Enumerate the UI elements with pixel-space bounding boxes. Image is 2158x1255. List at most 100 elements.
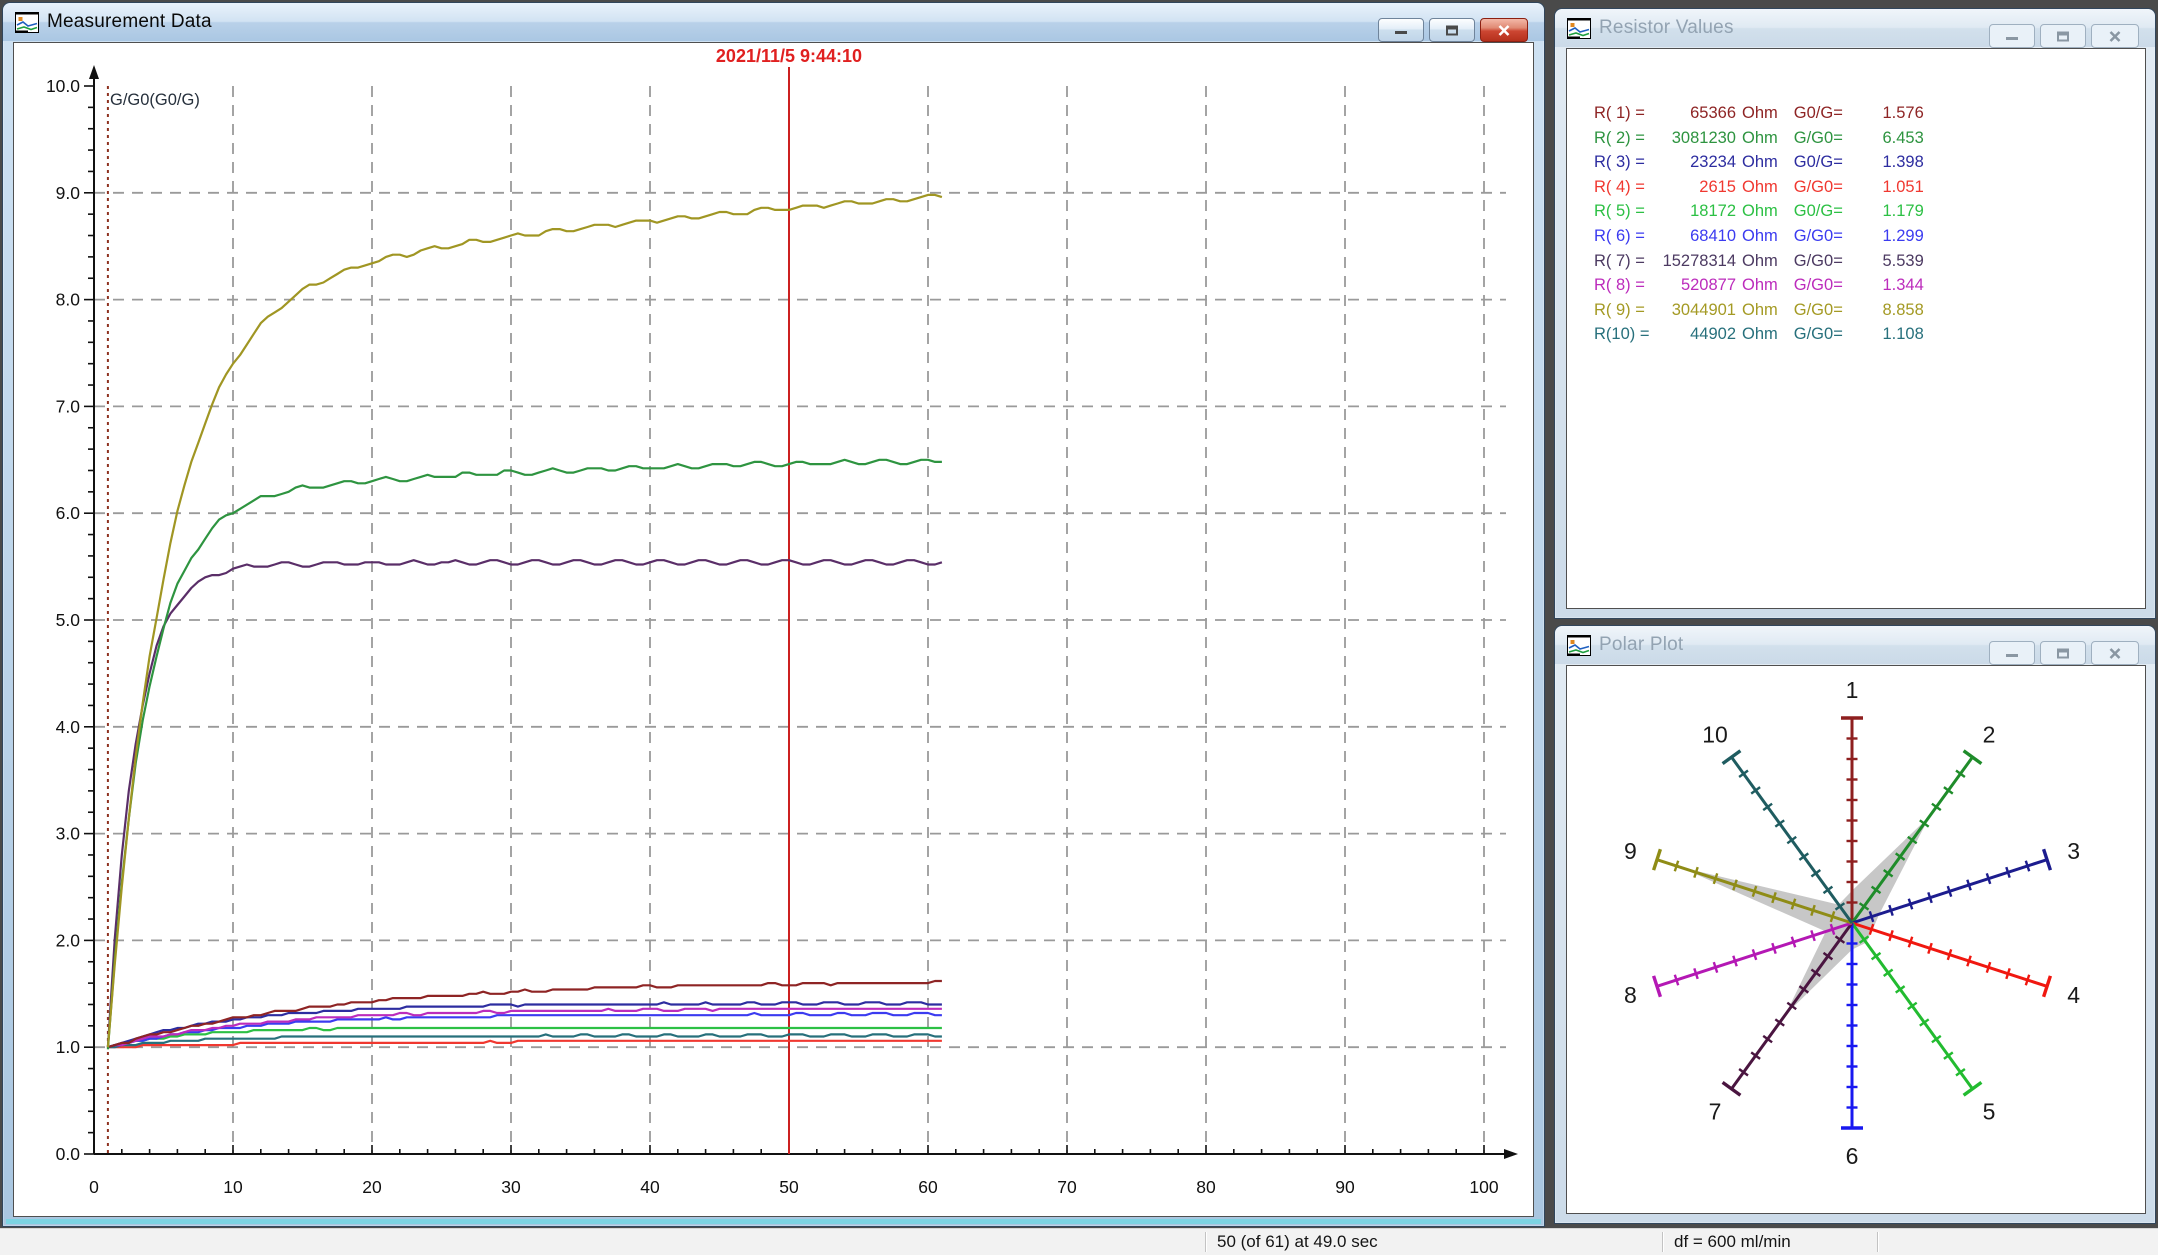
restore-button[interactable] (2040, 24, 2086, 48)
resistance-unit: Ohm (1742, 249, 1778, 274)
polar-axis-label-2: 2 (1983, 722, 1996, 748)
resistor-label: R( 5) = (1594, 199, 1658, 224)
ratio-label: G0/G= (1794, 150, 1854, 175)
close-button[interactable] (2091, 24, 2139, 48)
status-separator (1877, 1232, 1879, 1252)
svg-text:6.0: 6.0 (56, 503, 81, 523)
window-title: Polar Plot (1599, 634, 1683, 656)
resistance-unit: Ohm (1742, 175, 1778, 200)
status-bar: 50 (of 61) at 49.0 sec df = 600 ml/min (0, 1228, 2158, 1255)
measurement-chart[interactable]: 0.01.02.03.04.05.06.07.08.09.010.0010203… (14, 43, 1533, 1216)
ratio-value: 1.344 (1854, 273, 1924, 298)
close-button[interactable] (2091, 641, 2139, 665)
resistor-label: R( 9) = (1594, 298, 1658, 323)
restore-button[interactable] (2040, 641, 2086, 665)
measurement-chart-pane[interactable]: 0.01.02.03.04.05.06.07.08.09.010.0010203… (13, 42, 1534, 1217)
resistance-value: 23234 (1658, 150, 1736, 175)
svg-text:2.0: 2.0 (56, 930, 81, 950)
resistance-unit: Ohm (1742, 298, 1778, 323)
resistance-unit: Ohm (1742, 101, 1778, 126)
resistance-unit: Ohm (1742, 273, 1778, 298)
svg-text:100: 100 (1469, 1177, 1498, 1197)
svg-text:0.0: 0.0 (56, 1144, 81, 1164)
close-button[interactable] (1480, 18, 1528, 42)
resistance-unit: Ohm (1742, 150, 1778, 175)
ratio-label: G/G0= (1794, 126, 1854, 151)
polar-axis-label-7: 7 (1709, 1099, 1722, 1125)
resistor-values-titlebar[interactable]: Resistor Values (1555, 9, 2155, 47)
restore-icon (2055, 30, 2071, 43)
measurement-data-window: Measurement Data 0.01.02.03.04.05.06.07.… (2, 2, 1545, 1227)
restore-icon (2055, 647, 2071, 660)
resistance-unit: Ohm (1742, 224, 1778, 249)
svg-text:7.0: 7.0 (56, 396, 81, 416)
resistor-label: R(10) = (1594, 322, 1658, 347)
status-separator (1205, 1232, 1207, 1252)
ratio-value: 1.051 (1854, 175, 1924, 200)
polar-axis-5 (1852, 923, 1981, 1095)
resistor-row: R( 2) =3081230OhmG/G0=6.453 (1594, 126, 2145, 151)
ratio-label: G0/G= (1794, 101, 1854, 126)
resistor-row: R( 8) =520877OhmG/G0=1.344 (1594, 273, 2145, 298)
ratio-label: G0/G= (1794, 199, 1854, 224)
curve-R(7) (108, 560, 942, 1047)
ratio-value: 1.108 (1854, 322, 1924, 347)
resistance-value: 3044901 (1658, 298, 1736, 323)
timestamp-label: 2021/11/5 9:44:10 (716, 46, 862, 66)
polar-plot-pane: 12345678910 (1566, 665, 2146, 1214)
svg-text:70: 70 (1057, 1177, 1077, 1197)
svg-text:8.0: 8.0 (56, 290, 81, 310)
measurement-data-titlebar[interactable]: Measurement Data (3, 3, 1544, 41)
resistance-value: 15278314 (1658, 249, 1736, 274)
svg-text:50: 50 (779, 1177, 799, 1197)
ratio-value: 1.398 (1854, 150, 1924, 175)
ratio-value: 1.299 (1854, 224, 1924, 249)
resistance-value: 3081230 (1658, 126, 1736, 151)
minimize-button[interactable] (1989, 24, 2035, 48)
polar-plot-titlebar[interactable]: Polar Plot (1555, 626, 2155, 664)
y-axis-arrow (89, 65, 99, 79)
desktop: { "background": "#4a4a4a", "windows": { … (0, 0, 2158, 1254)
resistance-value: 68410 (1658, 224, 1736, 249)
resistance-unit: Ohm (1742, 322, 1778, 347)
polar-axis-label-4: 4 (2067, 982, 2080, 1008)
polar-plot-window: Polar Plot 12345678910 (1554, 625, 2156, 1224)
chart-app-icon (1567, 18, 1591, 39)
ratio-value: 1.576 (1854, 101, 1924, 126)
resistor-row: R(10) =44902OhmG/G0=1.108 (1594, 322, 2145, 347)
axes (94, 73, 1506, 1154)
resistor-row: R( 7) =15278314OhmG/G0=5.539 (1594, 249, 2145, 274)
resistance-value: 44902 (1658, 322, 1736, 347)
restore-icon (1444, 24, 1460, 37)
status-separator (1662, 1232, 1664, 1252)
resistor-label: R( 8) = (1594, 273, 1658, 298)
restore-button[interactable] (1429, 18, 1475, 42)
polar-axis-label-1: 1 (1846, 677, 1859, 703)
svg-text:5.0: 5.0 (56, 610, 81, 630)
polar-axis-label-8: 8 (1624, 982, 1637, 1008)
minimize-icon (2004, 647, 2020, 659)
resistor-row: R( 3) =23234OhmG0/G=1.398 (1594, 150, 2145, 175)
resistance-value: 65366 (1658, 101, 1736, 126)
minimize-icon (2004, 30, 2020, 42)
resistor-label: R( 1) = (1594, 101, 1658, 126)
ratio-value: 5.539 (1854, 249, 1924, 274)
svg-text:90: 90 (1335, 1177, 1355, 1197)
resistor-row: R( 5) =18172OhmG0/G=1.179 (1594, 199, 2145, 224)
svg-text:10: 10 (223, 1177, 243, 1197)
minimize-button[interactable] (1989, 641, 2035, 665)
resistor-row: R( 1) =65366Ohm G0/G=1.576 (1594, 101, 2145, 126)
resistor-values-list: R( 1) =65366OhmG0/G=1.576R( 2) =3081230O… (1567, 49, 2145, 608)
polar-plot-chart[interactable]: 12345678910 (1567, 666, 2145, 1213)
resistor-label: R( 4) = (1594, 175, 1658, 200)
svg-text:0: 0 (89, 1177, 99, 1197)
resistor-row: R( 9) =3044901OhmG/G0=8.858 (1594, 298, 2145, 323)
y-axis-title: G/G0(G0/G) (110, 91, 200, 109)
polar-axis-label-10: 10 (1702, 722, 1728, 748)
ratio-label: G/G0= (1794, 175, 1854, 200)
minimize-button[interactable] (1378, 18, 1424, 42)
resistance-unit: Ohm (1742, 199, 1778, 224)
ratio-value: 6.453 (1854, 126, 1924, 151)
y-axis-labels: 0.01.02.03.04.05.06.07.08.09.010.0 (46, 76, 80, 1164)
svg-text:4.0: 4.0 (56, 717, 81, 737)
